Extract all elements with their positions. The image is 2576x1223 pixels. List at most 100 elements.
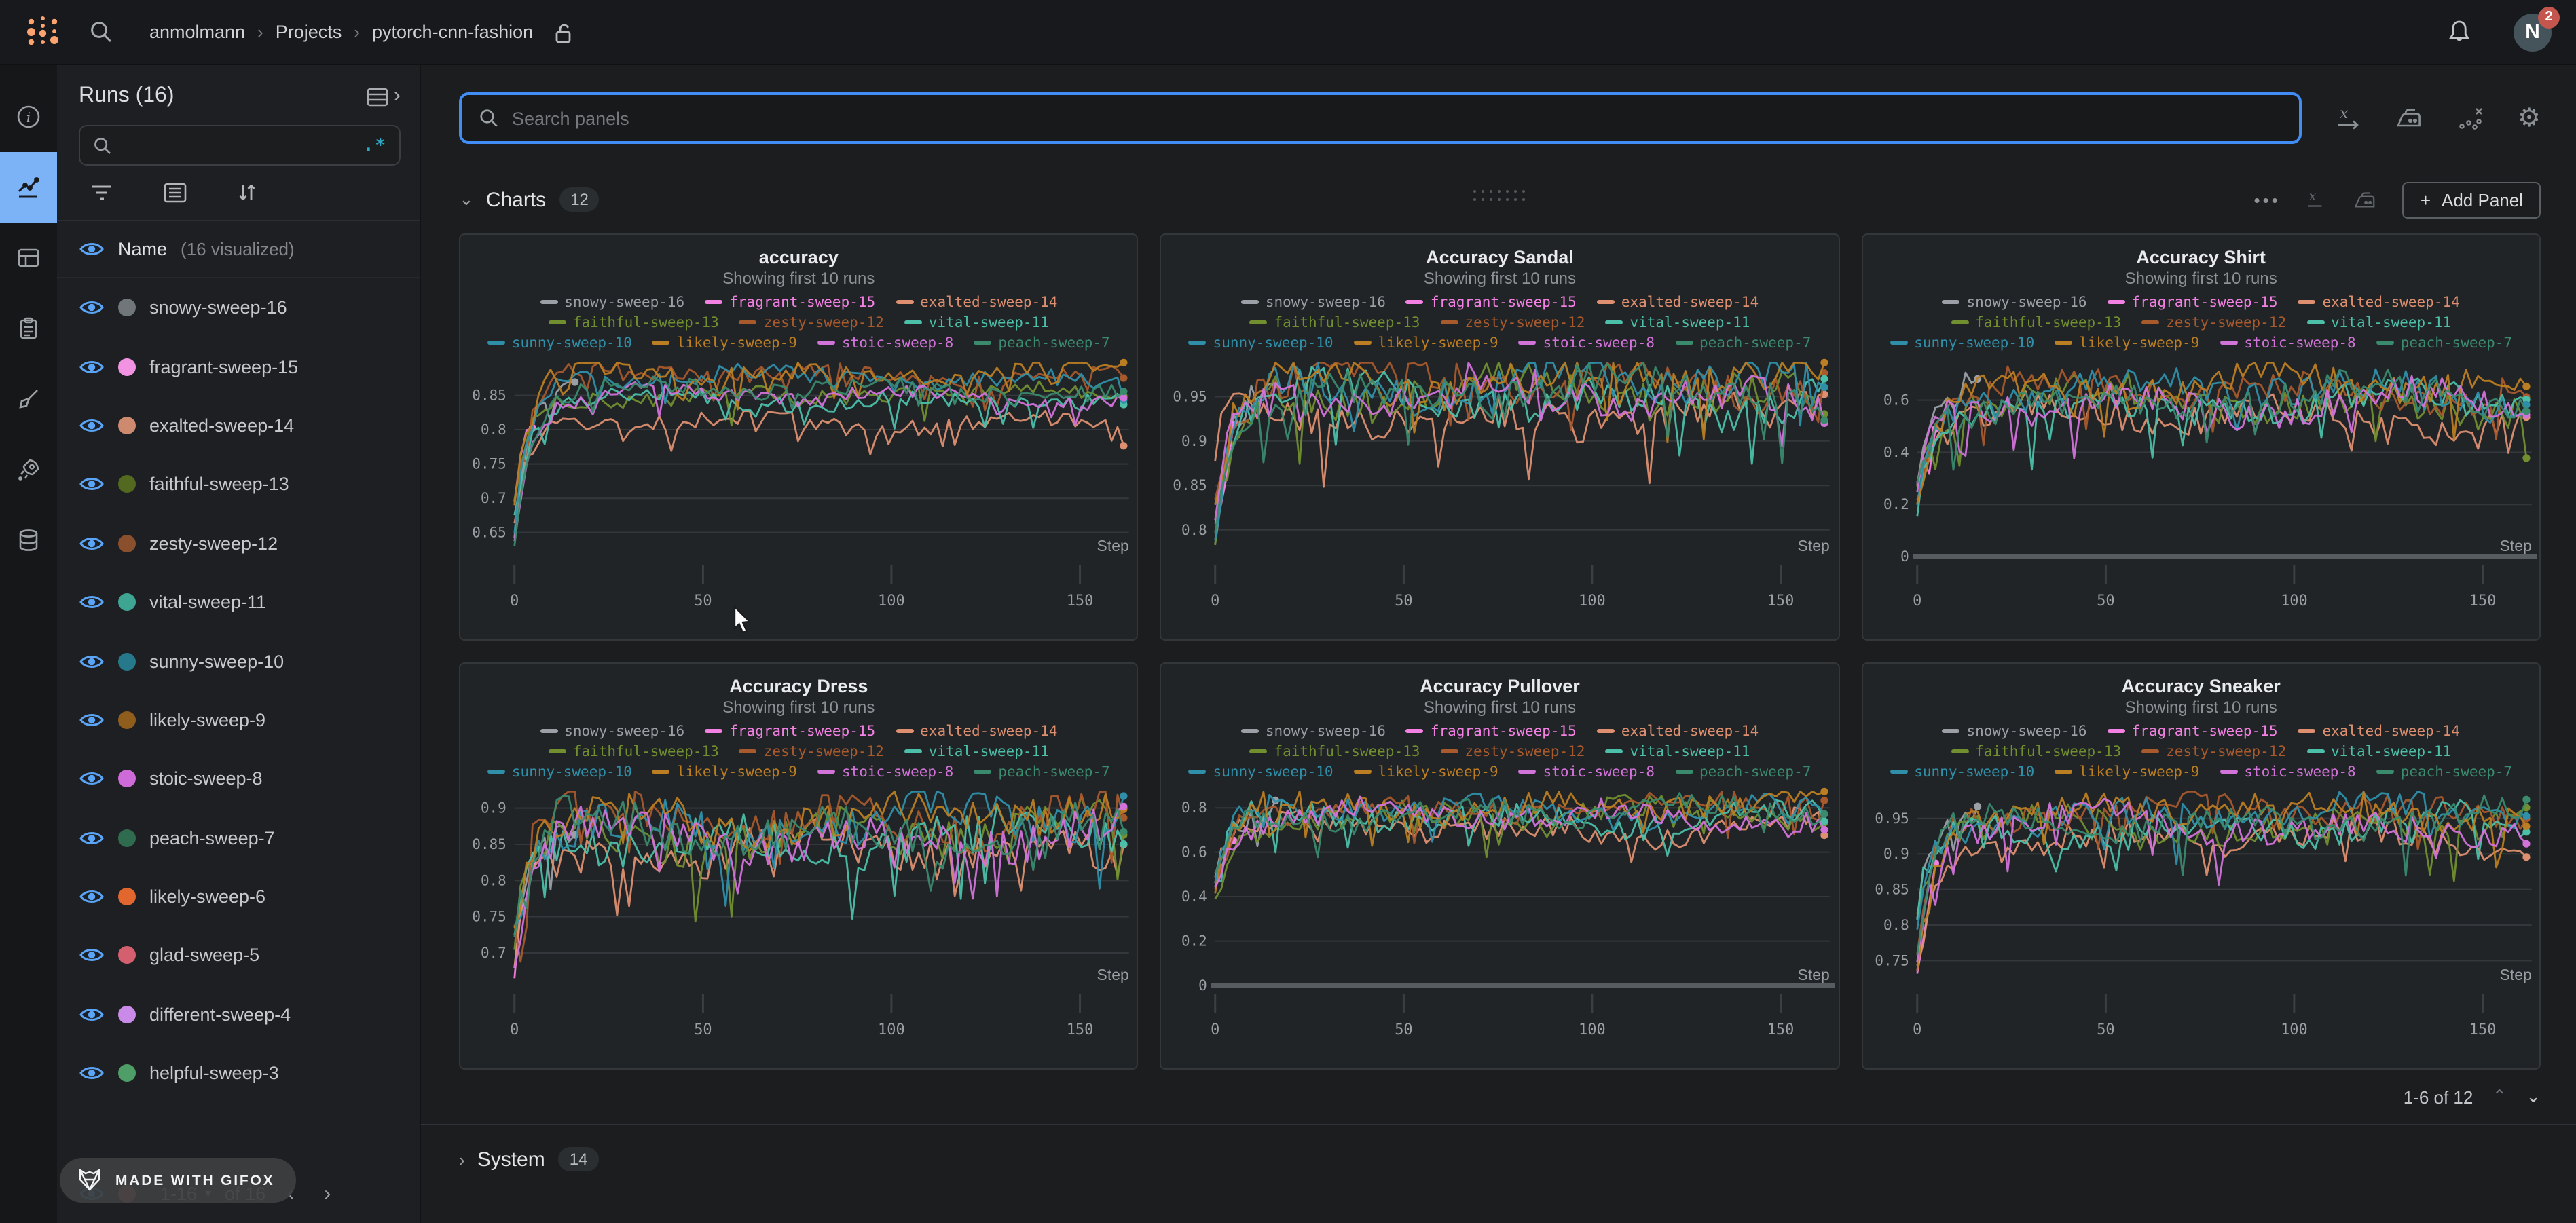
legend-item[interactable]: exalted-sweep-14: [2298, 294, 2459, 310]
legend-item[interactable]: likely-sweep-9: [2055, 335, 2199, 351]
breadcrumb-projects[interactable]: Projects: [276, 22, 342, 42]
x-axis-settings-icon[interactable]: x: [2334, 105, 2361, 132]
regex-toggle-icon[interactable]: .*: [363, 135, 387, 155]
visibility-eye-icon[interactable]: [79, 1006, 105, 1023]
visibility-eye-icon[interactable]: [79, 299, 105, 316]
legend-item[interactable]: sunny-sweep-10: [487, 335, 632, 351]
legend-item[interactable]: sunny-sweep-10: [1890, 335, 2034, 351]
legend-item[interactable]: faithful-sweep-13: [1249, 314, 1420, 331]
visibility-eye-icon[interactable]: [79, 358, 105, 375]
legend-item[interactable]: peach-sweep-7: [2376, 764, 2512, 780]
legend-item[interactable]: stoic-sweep-8: [2220, 764, 2355, 780]
rail-item-artifacts[interactable]: [0, 505, 57, 576]
legend-item[interactable]: zesty-sweep-12: [1440, 743, 1585, 759]
system-section-title[interactable]: System: [477, 1148, 545, 1171]
legend-item[interactable]: fragrant-sweep-15: [1406, 294, 1577, 310]
chart-panel[interactable]: accuracyShowing first 10 runssnowy-sweep…: [459, 233, 1139, 641]
legend-item[interactable]: faithful-sweep-13: [1249, 743, 1420, 759]
legend-item[interactable]: zesty-sweep-12: [2141, 743, 2286, 759]
chart-panel[interactable]: Accuracy PulloverShowing first 10 runssn…: [1160, 662, 1840, 1070]
legend-item[interactable]: snowy-sweep-16: [1241, 294, 1386, 310]
chart-panel[interactable]: Accuracy ShirtShowing first 10 runssnowy…: [1861, 233, 2541, 641]
rail-item-sweeps[interactable]: [0, 364, 57, 434]
workspace-settings-gear-icon[interactable]: ⚙: [2518, 105, 2541, 131]
legend-item[interactable]: peach-sweep-7: [1675, 764, 1811, 780]
legend-item[interactable]: likely-sweep-9: [652, 335, 797, 351]
legend-item[interactable]: sunny-sweep-10: [1189, 764, 1333, 780]
visibility-eye-icon[interactable]: [79, 711, 105, 729]
legend-item[interactable]: sunny-sweep-10: [1189, 335, 1333, 351]
legend-item[interactable]: faithful-sweep-13: [549, 743, 719, 759]
rail-item-workspace[interactable]: [0, 152, 57, 223]
run-list-item[interactable]: sunny-sweep-10: [57, 632, 420, 691]
legend-item[interactable]: likely-sweep-9: [2055, 764, 2199, 780]
section-drag-handle[interactable]: [1473, 190, 1527, 204]
runs-name-header[interactable]: Name (16 visualized): [57, 221, 420, 278]
legend-item[interactable]: vital-sweep-11: [1605, 314, 1750, 331]
next-page-button[interactable]: ›: [316, 1182, 339, 1205]
legend-item[interactable]: stoic-sweep-8: [817, 335, 953, 351]
legend-item[interactable]: exalted-sweep-14: [2298, 723, 2459, 739]
chart-panel[interactable]: Accuracy SandalShowing first 10 runssnow…: [1160, 233, 1840, 641]
legend-item[interactable]: vital-sweep-11: [2306, 314, 2451, 331]
visibility-eye-icon[interactable]: [79, 476, 105, 493]
legend-item[interactable]: faithful-sweep-13: [549, 314, 719, 331]
legend-item[interactable]: fragrant-sweep-15: [2108, 294, 2278, 310]
run-list-item[interactable]: glad-sweep-5: [57, 926, 420, 985]
run-list-item[interactable]: vital-sweep-11: [57, 573, 420, 632]
run-list-item[interactable]: exalted-sweep-14: [57, 396, 420, 455]
expand-runs-table-button[interactable]: ›: [365, 84, 401, 109]
visibility-eye-icon[interactable]: [79, 652, 105, 670]
filter-icon[interactable]: [90, 183, 114, 202]
legend-item[interactable]: faithful-sweep-13: [1951, 314, 2121, 331]
legend-item[interactable]: zesty-sweep-12: [739, 743, 884, 759]
legend-item[interactable]: likely-sweep-9: [1354, 335, 1498, 351]
legend-item[interactable]: likely-sweep-9: [652, 764, 797, 780]
visibility-eye-icon[interactable]: [79, 1065, 105, 1083]
legend-item[interactable]: snowy-sweep-16: [1943, 723, 2087, 739]
smoothing-iron-icon[interactable]: [2394, 105, 2424, 132]
visibility-eye-icon[interactable]: [79, 888, 105, 905]
legend-item[interactable]: fragrant-sweep-15: [705, 723, 875, 739]
legend-item[interactable]: sunny-sweep-10: [487, 764, 632, 780]
legend-item[interactable]: exalted-sweep-14: [1597, 294, 1759, 310]
visibility-eye-icon[interactable]: [79, 829, 105, 846]
visibility-eye-icon[interactable]: [79, 417, 105, 434]
chevron-down-icon[interactable]: ⌄: [459, 189, 474, 210]
legend-item[interactable]: zesty-sweep-12: [739, 314, 884, 331]
rail-item-table[interactable]: [0, 223, 57, 293]
visibility-eye-icon[interactable]: [79, 593, 105, 611]
legend-item[interactable]: snowy-sweep-16: [1943, 294, 2087, 310]
breadcrumb-project-name[interactable]: pytorch-cnn-fashion: [372, 22, 533, 42]
legend-item[interactable]: zesty-sweep-12: [2141, 314, 2286, 331]
run-list-item[interactable]: likely-sweep-9: [57, 690, 420, 749]
legend-item[interactable]: likely-sweep-9: [1354, 764, 1498, 780]
charts-section-title[interactable]: Charts: [486, 188, 546, 211]
breadcrumb-user[interactable]: anmolmann: [149, 22, 245, 42]
chevron-right-icon[interactable]: ›: [459, 1149, 465, 1169]
legend-item[interactable]: stoic-sweep-8: [2220, 335, 2355, 351]
legend-item[interactable]: stoic-sweep-8: [1519, 335, 1655, 351]
visibility-eye-icon[interactable]: [79, 770, 105, 788]
chart-panel[interactable]: Accuracy SneakerShowing first 10 runssno…: [1861, 662, 2541, 1070]
legend-item[interactable]: peach-sweep-7: [974, 335, 1109, 351]
run-list-item[interactable]: fragrant-sweep-15: [57, 337, 420, 396]
legend-item[interactable]: fragrant-sweep-15: [2108, 723, 2278, 739]
legend-item[interactable]: vital-sweep-11: [904, 743, 1049, 759]
group-list-icon[interactable]: [163, 182, 187, 204]
remove-outliers-icon[interactable]: [2457, 105, 2485, 132]
legend-item[interactable]: exalted-sweep-14: [896, 723, 1057, 739]
visibility-eye-icon[interactable]: [79, 240, 105, 258]
page-up-button[interactable]: ⌃: [2492, 1086, 2507, 1108]
run-list-item[interactable]: snowy-sweep-16: [57, 278, 420, 337]
notifications-bell-icon[interactable]: [2446, 18, 2473, 46]
search-panels-input[interactable]: Search panels: [459, 92, 2302, 144]
rail-item-launch[interactable]: [0, 434, 57, 505]
section-more-menu[interactable]: •••: [2254, 189, 2281, 210]
legend-item[interactable]: snowy-sweep-16: [1241, 723, 1386, 739]
legend-item[interactable]: vital-sweep-11: [1605, 743, 1750, 759]
sort-icon[interactable]: [236, 182, 258, 204]
legend-item[interactable]: exalted-sweep-14: [896, 294, 1057, 310]
smoothing-iron-icon[interactable]: [2353, 188, 2378, 211]
run-list-item[interactable]: different-sweep-4: [57, 985, 420, 1044]
